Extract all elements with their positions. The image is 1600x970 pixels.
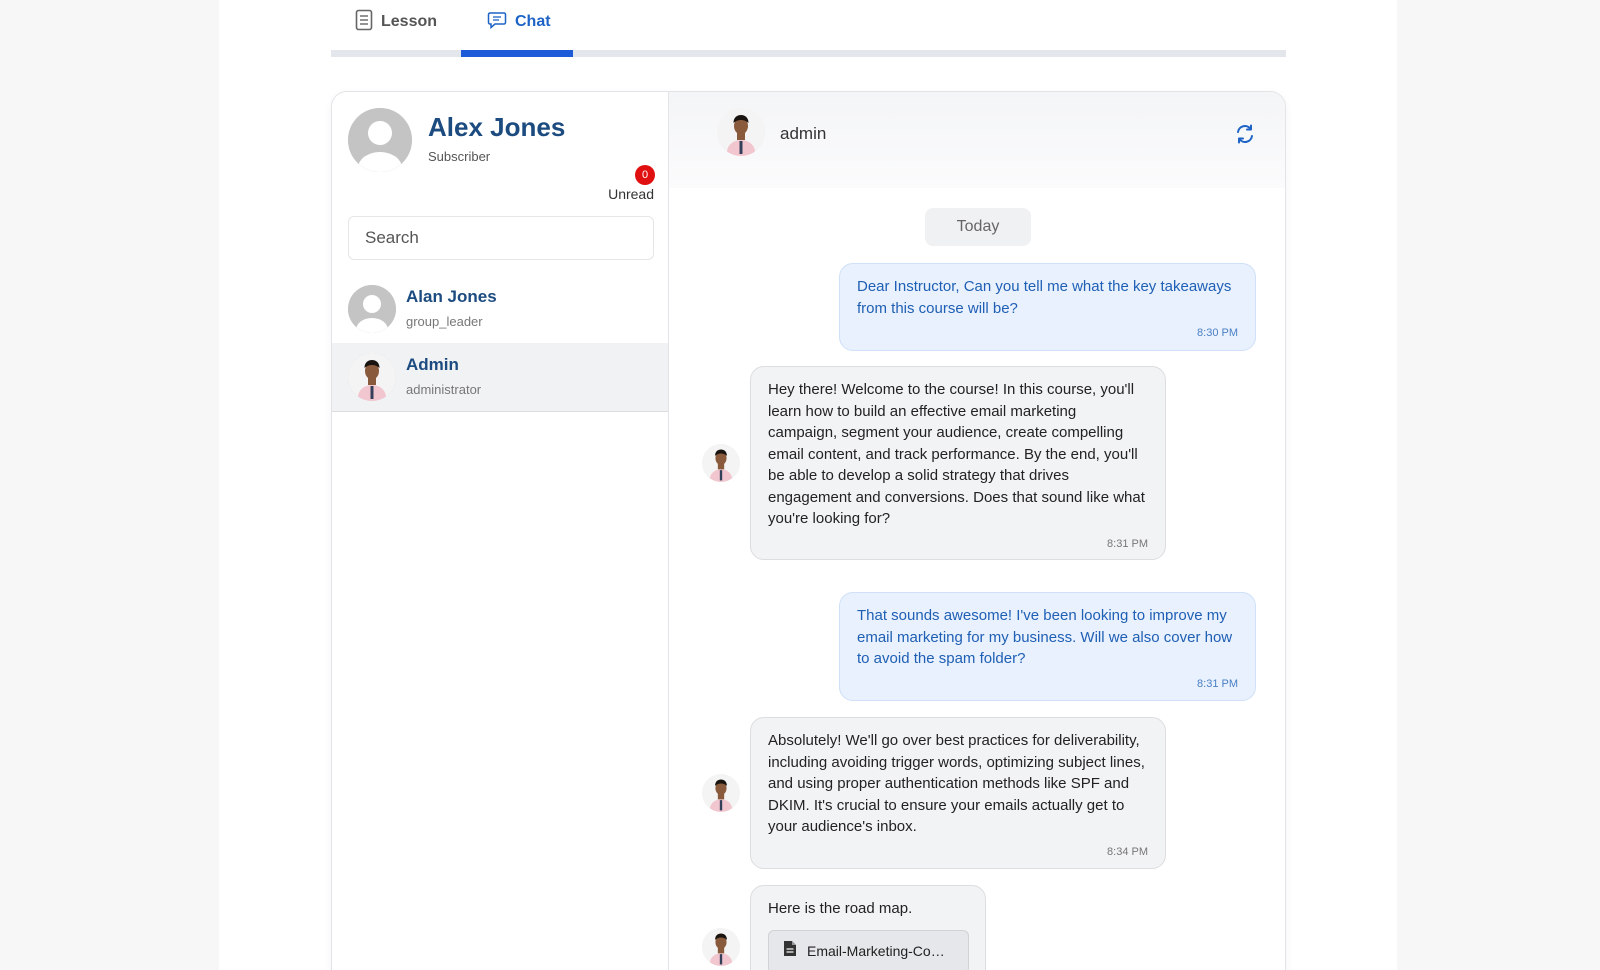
conversation-header: admin — [669, 92, 1285, 188]
photo-avatar — [702, 444, 740, 482]
unread-badge: 0 — [635, 165, 655, 185]
message-incoming: Here is the road map. Email-Marketing-Co… — [750, 885, 986, 970]
unread-label: Unread — [608, 186, 654, 202]
contact-role: administrator — [406, 382, 482, 397]
message-incoming: Hey there! Welcome to the course! In thi… — [750, 366, 1166, 560]
file-attachment[interactable]: Email-Marketing-Co… — [768, 929, 969, 970]
message-incoming: Absolutely! We'll go over best practices… — [750, 717, 1166, 869]
message-time: 8:31 PM — [1197, 677, 1238, 690]
photo-avatar — [348, 353, 396, 401]
message-text: Here is the road map. — [768, 900, 913, 917]
message-time: 8:30 PM — [1197, 327, 1238, 339]
message-time: 8:34 PM — [1107, 845, 1148, 858]
contact-role: group_leader — [406, 314, 483, 329]
chat-sidebar: Alex Jones Subscriber 0 Unread Alan Jone… — [332, 92, 669, 970]
contact-item-admin[interactable]: Admin administrator — [332, 343, 668, 412]
tab-chat-label: Chat — [515, 13, 551, 30]
document-icon — [355, 9, 373, 36]
contact-item-alan-jones[interactable]: Alan Jones group_leader — [332, 275, 668, 344]
message-outgoing: Dear Instructor, Can you tell me what th… — [839, 263, 1256, 351]
message-text: Hey there! Welcome to the course! In thi… — [768, 381, 1145, 527]
search-input[interactable] — [348, 216, 654, 260]
tab-bar: Lesson Chat — [331, 0, 1286, 57]
chat-bubble-icon — [487, 10, 507, 35]
active-tab-indicator — [461, 50, 573, 57]
conversation-panel: admin Today Dear Instructor, Can you tel… — [669, 92, 1285, 970]
day-separator: Today — [925, 208, 1031, 246]
file-name: Email-Marketing-Co… — [807, 942, 945, 959]
tab-chat[interactable]: Chat — [487, 10, 551, 34]
photo-avatar — [702, 774, 740, 812]
contact-name: Alan Jones — [406, 287, 497, 306]
profile-avatar — [348, 108, 412, 172]
message-text: That sounds awesome! I've been looking t… — [857, 607, 1233, 667]
photo-avatar — [717, 108, 765, 156]
tab-track — [331, 50, 1286, 57]
profile-name: Alex Jones — [428, 112, 566, 142]
message-time: 8:31 PM — [1107, 537, 1148, 550]
default-avatar — [348, 285, 396, 333]
refresh-icon[interactable] — [1234, 123, 1256, 145]
contact-name: Admin — [406, 355, 459, 374]
message-outgoing: That sounds awesome! I've been looking t… — [839, 592, 1256, 701]
message-text: Absolutely! We'll go over best practices… — [768, 732, 1145, 835]
photo-avatar — [702, 928, 740, 966]
conversation-title: admin — [780, 124, 827, 143]
tab-lesson-label: Lesson — [381, 13, 438, 30]
message-text: Dear Instructor, Can you tell me what th… — [857, 278, 1232, 317]
tab-lesson[interactable]: Lesson — [355, 9, 438, 36]
chat-container: Alex Jones Subscriber 0 Unread Alan Jone… — [331, 91, 1286, 970]
profile-role: Subscriber — [428, 149, 491, 164]
file-icon — [783, 940, 797, 964]
